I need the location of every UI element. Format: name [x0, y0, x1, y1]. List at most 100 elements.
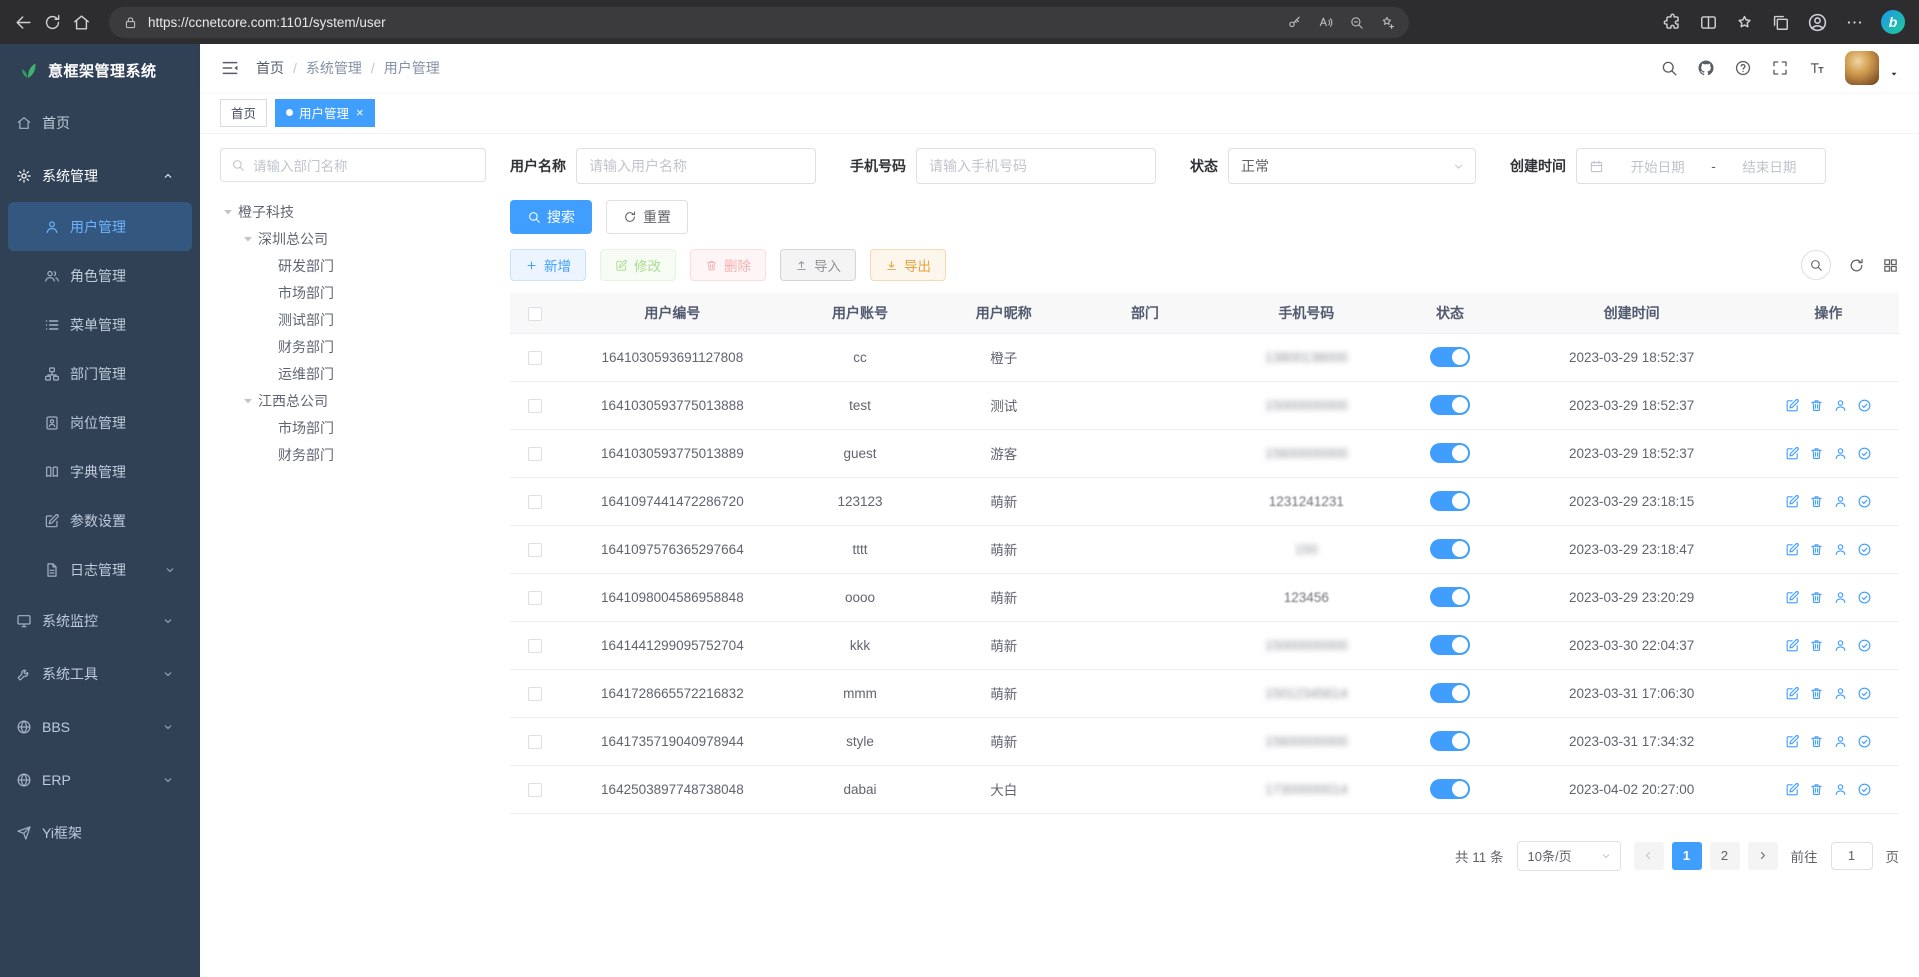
reset-password-icon[interactable] [1833, 782, 1848, 797]
tree-node-market-dept-sz[interactable]: 市场部门 [220, 279, 486, 306]
read-aloud-icon[interactable] [1318, 15, 1333, 30]
reset-password-icon[interactable] [1833, 638, 1848, 653]
site-lock-icon[interactable] [123, 15, 138, 30]
sidebar-item-home[interactable]: 首页 [0, 96, 200, 149]
delete-icon[interactable] [1809, 638, 1824, 653]
prev-page-button[interactable] [1634, 842, 1664, 870]
delete-icon[interactable] [1809, 590, 1824, 605]
edit-icon[interactable] [1785, 398, 1800, 413]
reset-password-icon[interactable] [1833, 398, 1848, 413]
caret-down-icon[interactable] [220, 204, 236, 220]
approve-icon[interactable] [1857, 686, 1872, 701]
reset-password-icon[interactable] [1833, 686, 1848, 701]
github-icon[interactable] [1697, 59, 1715, 77]
tree-node-orange-tech[interactable]: 橙子科技 [220, 198, 486, 225]
browser-profile-icon[interactable] [1807, 12, 1828, 33]
add-favorite-icon[interactable] [1380, 15, 1395, 30]
sidebar-item-erp[interactable]: ERP [0, 753, 200, 806]
caret-down-icon[interactable] [240, 231, 256, 247]
delete-icon[interactable] [1809, 398, 1824, 413]
column-settings-icon[interactable] [1882, 257, 1899, 274]
sidebar-item-post-management[interactable]: 岗位管理 [0, 398, 200, 447]
select-all-checkbox[interactable] [528, 307, 542, 321]
status-toggle[interactable] [1430, 779, 1470, 799]
delete-icon[interactable] [1809, 686, 1824, 701]
reset-password-icon[interactable] [1833, 734, 1848, 749]
delete-icon[interactable] [1809, 782, 1824, 797]
reset-password-icon[interactable] [1833, 542, 1848, 557]
page-button-1[interactable]: 1 [1672, 842, 1702, 870]
favorites-icon[interactable] [1735, 13, 1754, 32]
approve-icon[interactable] [1857, 734, 1872, 749]
browser-home-icon[interactable] [72, 13, 91, 32]
browser-menu-icon[interactable] [1845, 13, 1864, 32]
import-button[interactable]: 导入 [780, 249, 856, 281]
search-button[interactable]: 搜索 [510, 200, 592, 234]
sidebar-item-log-management[interactable]: 日志管理 [0, 545, 200, 594]
refresh-icon[interactable] [43, 13, 62, 32]
tree-node-market-dept-jx[interactable]: 市场部门 [220, 414, 486, 441]
sidebar-item-dept-management[interactable]: 部门管理 [0, 349, 200, 398]
password-key-icon[interactable] [1287, 15, 1302, 30]
sidebar-item-param-settings[interactable]: 参数设置 [0, 496, 200, 545]
tab-home[interactable]: 首页 [220, 99, 267, 127]
approve-icon[interactable] [1857, 398, 1872, 413]
collections-icon[interactable] [1771, 13, 1790, 32]
row-checkbox[interactable] [528, 735, 542, 749]
page-size-select[interactable]: 10条/页 [1517, 841, 1621, 871]
edit-icon[interactable] [1785, 590, 1800, 605]
extensions-icon[interactable] [1663, 13, 1682, 32]
sidebar-item-menu-management[interactable]: 菜单管理 [0, 300, 200, 349]
back-icon[interactable] [14, 13, 33, 32]
status-toggle[interactable] [1430, 491, 1470, 511]
status-toggle[interactable] [1430, 683, 1470, 703]
row-checkbox[interactable] [528, 447, 542, 461]
reset-password-icon[interactable] [1833, 590, 1848, 605]
address-bar[interactable]: https://ccnetcore.com:1101/system/user [109, 7, 1409, 38]
zoom-icon[interactable] [1349, 15, 1364, 30]
approve-icon[interactable] [1857, 446, 1872, 461]
row-checkbox[interactable] [528, 687, 542, 701]
edit-button[interactable]: 修改 [600, 249, 676, 281]
url-text[interactable]: https://ccnetcore.com:1101/system/user [148, 15, 1277, 30]
row-checkbox[interactable] [528, 591, 542, 605]
status-select[interactable]: 正常 [1228, 148, 1476, 184]
breadcrumb-item[interactable]: 首页 [256, 58, 284, 78]
row-checkbox[interactable] [528, 495, 542, 509]
export-button[interactable]: 导出 [870, 249, 946, 281]
approve-icon[interactable] [1857, 542, 1872, 557]
status-toggle[interactable] [1430, 539, 1470, 559]
tree-node-ops-dept[interactable]: 运维部门 [220, 360, 486, 387]
status-toggle[interactable] [1430, 347, 1470, 367]
status-toggle[interactable] [1430, 587, 1470, 607]
split-screen-icon[interactable] [1699, 13, 1718, 32]
row-checkbox[interactable] [528, 399, 542, 413]
tab-user-management[interactable]: 用户管理× [275, 99, 375, 127]
goto-page-input[interactable] [1831, 842, 1873, 870]
edit-icon[interactable] [1785, 494, 1800, 509]
user-menu-caret-icon[interactable] [1889, 69, 1899, 79]
tree-node-shenzhen-hq[interactable]: 深圳总公司 [220, 225, 486, 252]
next-page-button[interactable] [1748, 842, 1778, 870]
delete-button[interactable]: 删除 [690, 249, 766, 281]
delete-icon[interactable] [1809, 446, 1824, 461]
row-checkbox[interactable] [528, 783, 542, 797]
row-checkbox[interactable] [528, 543, 542, 557]
reset-password-icon[interactable] [1833, 494, 1848, 509]
delete-icon[interactable] [1809, 542, 1824, 557]
sidebar-item-system-tools[interactable]: 系统工具 [0, 647, 200, 700]
edit-icon[interactable] [1785, 542, 1800, 557]
sidebar-item-role-management[interactable]: 角色管理 [0, 251, 200, 300]
status-toggle[interactable] [1430, 443, 1470, 463]
approve-icon[interactable] [1857, 782, 1872, 797]
phone-input[interactable] [916, 148, 1156, 184]
delete-icon[interactable] [1809, 734, 1824, 749]
approve-icon[interactable] [1857, 638, 1872, 653]
sidebar-item-system-monitor[interactable]: 系统监控 [0, 594, 200, 647]
sidebar-item-system-management[interactable]: 系统管理 [0, 149, 200, 202]
row-checkbox[interactable] [528, 639, 542, 653]
delete-icon[interactable] [1809, 494, 1824, 509]
sidebar-item-bbs[interactable]: BBS [0, 700, 200, 753]
sidebar-item-dict-management[interactable]: 字典管理 [0, 447, 200, 496]
dept-search-input[interactable]: 请输入部门名称 [220, 148, 486, 182]
